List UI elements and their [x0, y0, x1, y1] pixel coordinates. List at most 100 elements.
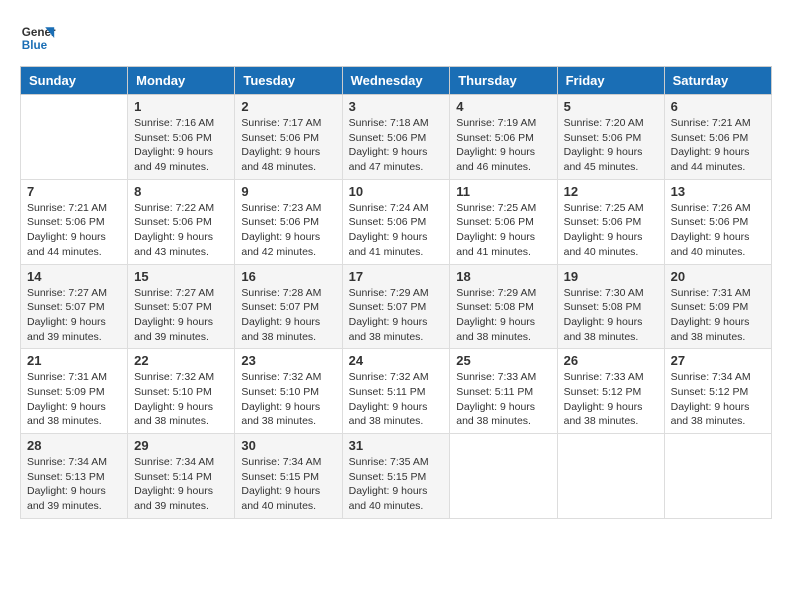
page-header: General Blue	[20, 20, 772, 56]
calendar-cell	[450, 434, 557, 519]
header-cell-sunday: Sunday	[21, 67, 128, 95]
day-info: Sunrise: 7:28 AMSunset: 5:07 PMDaylight:…	[241, 286, 335, 345]
week-row-3: 14 Sunrise: 7:27 AMSunset: 5:07 PMDayligh…	[21, 264, 772, 349]
header-cell-friday: Friday	[557, 67, 664, 95]
day-number: 25	[456, 353, 550, 368]
day-info: Sunrise: 7:21 AMSunset: 5:06 PMDaylight:…	[671, 116, 765, 175]
calendar-cell: 30 Sunrise: 7:34 AMSunset: 5:15 PMDayligh…	[235, 434, 342, 519]
day-number: 12	[564, 184, 658, 199]
header-cell-saturday: Saturday	[664, 67, 771, 95]
day-info: Sunrise: 7:32 AMSunset: 5:10 PMDaylight:…	[134, 370, 228, 429]
calendar-cell	[21, 95, 128, 180]
calendar-cell: 11 Sunrise: 7:25 AMSunset: 5:06 PMDayligh…	[450, 179, 557, 264]
logo-icon: General Blue	[20, 20, 56, 56]
week-row-2: 7 Sunrise: 7:21 AMSunset: 5:06 PMDaylight…	[21, 179, 772, 264]
day-number: 2	[241, 99, 335, 114]
calendar-cell: 20Sunrise: 7:31 AMSunset: 5:09 PMDayligh…	[664, 264, 771, 349]
day-number: 10	[349, 184, 444, 199]
day-number: 8	[134, 184, 228, 199]
calendar-cell: 2 Sunrise: 7:17 AMSunset: 5:06 PMDaylight…	[235, 95, 342, 180]
header-cell-wednesday: Wednesday	[342, 67, 450, 95]
day-info: Sunrise: 7:31 AMSunset: 5:09 PMDaylight:…	[27, 370, 121, 429]
day-number: 4	[456, 99, 550, 114]
day-info: Sunrise: 7:32 AMSunset: 5:10 PMDaylight:…	[241, 370, 335, 429]
day-info: Sunrise: 7:33 AMSunset: 5:12 PMDaylight:…	[564, 370, 658, 429]
calendar-cell	[557, 434, 664, 519]
calendar-cell: 5 Sunrise: 7:20 AMSunset: 5:06 PMDaylight…	[557, 95, 664, 180]
calendar-cell: 8 Sunrise: 7:22 AMSunset: 5:06 PMDaylight…	[128, 179, 235, 264]
day-info: Sunrise: 7:34 AMSunset: 5:12 PMDaylight:…	[671, 370, 765, 429]
day-info: Sunrise: 7:34 AMSunset: 5:14 PMDaylight:…	[134, 455, 228, 514]
calendar-cell: 4 Sunrise: 7:19 AMSunset: 5:06 PMDaylight…	[450, 95, 557, 180]
day-info: Sunrise: 7:18 AMSunset: 5:06 PMDaylight:…	[349, 116, 444, 175]
day-info: Sunrise: 7:34 AMSunset: 5:15 PMDaylight:…	[241, 455, 335, 514]
calendar-cell: 29 Sunrise: 7:34 AMSunset: 5:14 PMDayligh…	[128, 434, 235, 519]
calendar-cell: 24 Sunrise: 7:32 AMSunset: 5:11 PMDayligh…	[342, 349, 450, 434]
day-info: Sunrise: 7:21 AMSunset: 5:06 PMDaylight:…	[27, 201, 121, 260]
day-info: Sunrise: 7:30 AMSunset: 5:08 PMDaylight:…	[564, 286, 658, 345]
day-info: Sunrise: 7:29 AMSunset: 5:07 PMDaylight:…	[349, 286, 444, 345]
header-row: SundayMondayTuesdayWednesdayThursdayFrid…	[21, 67, 772, 95]
calendar-cell: 16Sunrise: 7:28 AMSunset: 5:07 PMDayligh…	[235, 264, 342, 349]
calendar-cell: 1Sunrise: 7:16 AMSunset: 5:06 PMDaylight…	[128, 95, 235, 180]
calendar-body: 1Sunrise: 7:16 AMSunset: 5:06 PMDaylight…	[21, 95, 772, 519]
calendar-cell: 22Sunrise: 7:32 AMSunset: 5:10 PMDayligh…	[128, 349, 235, 434]
day-number: 7	[27, 184, 121, 199]
day-number: 19	[564, 269, 658, 284]
calendar-cell: 17Sunrise: 7:29 AMSunset: 5:07 PMDayligh…	[342, 264, 450, 349]
day-number: 24	[349, 353, 444, 368]
day-info: Sunrise: 7:27 AMSunset: 5:07 PMDaylight:…	[27, 286, 121, 345]
calendar-cell: 18 Sunrise: 7:29 AMSunset: 5:08 PMDayligh…	[450, 264, 557, 349]
day-number: 29	[134, 438, 228, 453]
day-info: Sunrise: 7:17 AMSunset: 5:06 PMDaylight:…	[241, 116, 335, 175]
day-number: 11	[456, 184, 550, 199]
day-number: 26	[564, 353, 658, 368]
day-info: Sunrise: 7:19 AMSunset: 5:06 PMDaylight:…	[456, 116, 550, 175]
day-number: 13	[671, 184, 765, 199]
day-number: 21	[27, 353, 121, 368]
calendar-cell: 19 Sunrise: 7:30 AMSunset: 5:08 PMDayligh…	[557, 264, 664, 349]
day-info: Sunrise: 7:31 AMSunset: 5:09 PMDaylight:…	[671, 286, 765, 345]
calendar-cell: 26 Sunrise: 7:33 AMSunset: 5:12 PMDayligh…	[557, 349, 664, 434]
calendar-cell	[664, 434, 771, 519]
header-cell-thursday: Thursday	[450, 67, 557, 95]
calendar-cell: 9Sunrise: 7:23 AMSunset: 5:06 PMDaylight…	[235, 179, 342, 264]
day-number: 9	[241, 184, 335, 199]
day-info: Sunrise: 7:20 AMSunset: 5:06 PMDaylight:…	[564, 116, 658, 175]
day-info: Sunrise: 7:32 AMSunset: 5:11 PMDaylight:…	[349, 370, 444, 429]
day-info: Sunrise: 7:29 AMSunset: 5:08 PMDaylight:…	[456, 286, 550, 345]
calendar-cell: 27 Sunrise: 7:34 AMSunset: 5:12 PMDayligh…	[664, 349, 771, 434]
day-info: Sunrise: 7:25 AMSunset: 5:06 PMDaylight:…	[456, 201, 550, 260]
calendar-cell: 12 Sunrise: 7:25 AMSunset: 5:06 PMDayligh…	[557, 179, 664, 264]
day-number: 27	[671, 353, 765, 368]
calendar-cell: 21 Sunrise: 7:31 AMSunset: 5:09 PMDayligh…	[21, 349, 128, 434]
calendar-header: SundayMondayTuesdayWednesdayThursdayFrid…	[21, 67, 772, 95]
calendar-cell: 14 Sunrise: 7:27 AMSunset: 5:07 PMDayligh…	[21, 264, 128, 349]
day-number: 30	[241, 438, 335, 453]
calendar-cell: 13Sunrise: 7:26 AMSunset: 5:06 PMDayligh…	[664, 179, 771, 264]
day-info: Sunrise: 7:34 AMSunset: 5:13 PMDaylight:…	[27, 455, 121, 514]
day-number: 5	[564, 99, 658, 114]
header-cell-tuesday: Tuesday	[235, 67, 342, 95]
day-info: Sunrise: 7:33 AMSunset: 5:11 PMDaylight:…	[456, 370, 550, 429]
week-row-4: 21 Sunrise: 7:31 AMSunset: 5:09 PMDayligh…	[21, 349, 772, 434]
day-info: Sunrise: 7:35 AMSunset: 5:15 PMDaylight:…	[349, 455, 444, 514]
calendar-cell: 23 Sunrise: 7:32 AMSunset: 5:10 PMDayligh…	[235, 349, 342, 434]
day-number: 28	[27, 438, 121, 453]
day-info: Sunrise: 7:25 AMSunset: 5:06 PMDaylight:…	[564, 201, 658, 260]
calendar-cell: 6 Sunrise: 7:21 AMSunset: 5:06 PMDaylight…	[664, 95, 771, 180]
day-number: 31	[349, 438, 444, 453]
day-info: Sunrise: 7:22 AMSunset: 5:06 PMDaylight:…	[134, 201, 228, 260]
day-number: 23	[241, 353, 335, 368]
day-info: Sunrise: 7:24 AMSunset: 5:06 PMDaylight:…	[349, 201, 444, 260]
week-row-5: 28 Sunrise: 7:34 AMSunset: 5:13 PMDayligh…	[21, 434, 772, 519]
calendar-cell: 15Sunrise: 7:27 AMSunset: 5:07 PMDayligh…	[128, 264, 235, 349]
day-number: 18	[456, 269, 550, 284]
day-number: 15	[134, 269, 228, 284]
day-number: 6	[671, 99, 765, 114]
calendar-cell: 7 Sunrise: 7:21 AMSunset: 5:06 PMDaylight…	[21, 179, 128, 264]
day-number: 3	[349, 99, 444, 114]
svg-text:Blue: Blue	[22, 39, 48, 52]
day-number: 14	[27, 269, 121, 284]
calendar-cell: 28 Sunrise: 7:34 AMSunset: 5:13 PMDayligh…	[21, 434, 128, 519]
